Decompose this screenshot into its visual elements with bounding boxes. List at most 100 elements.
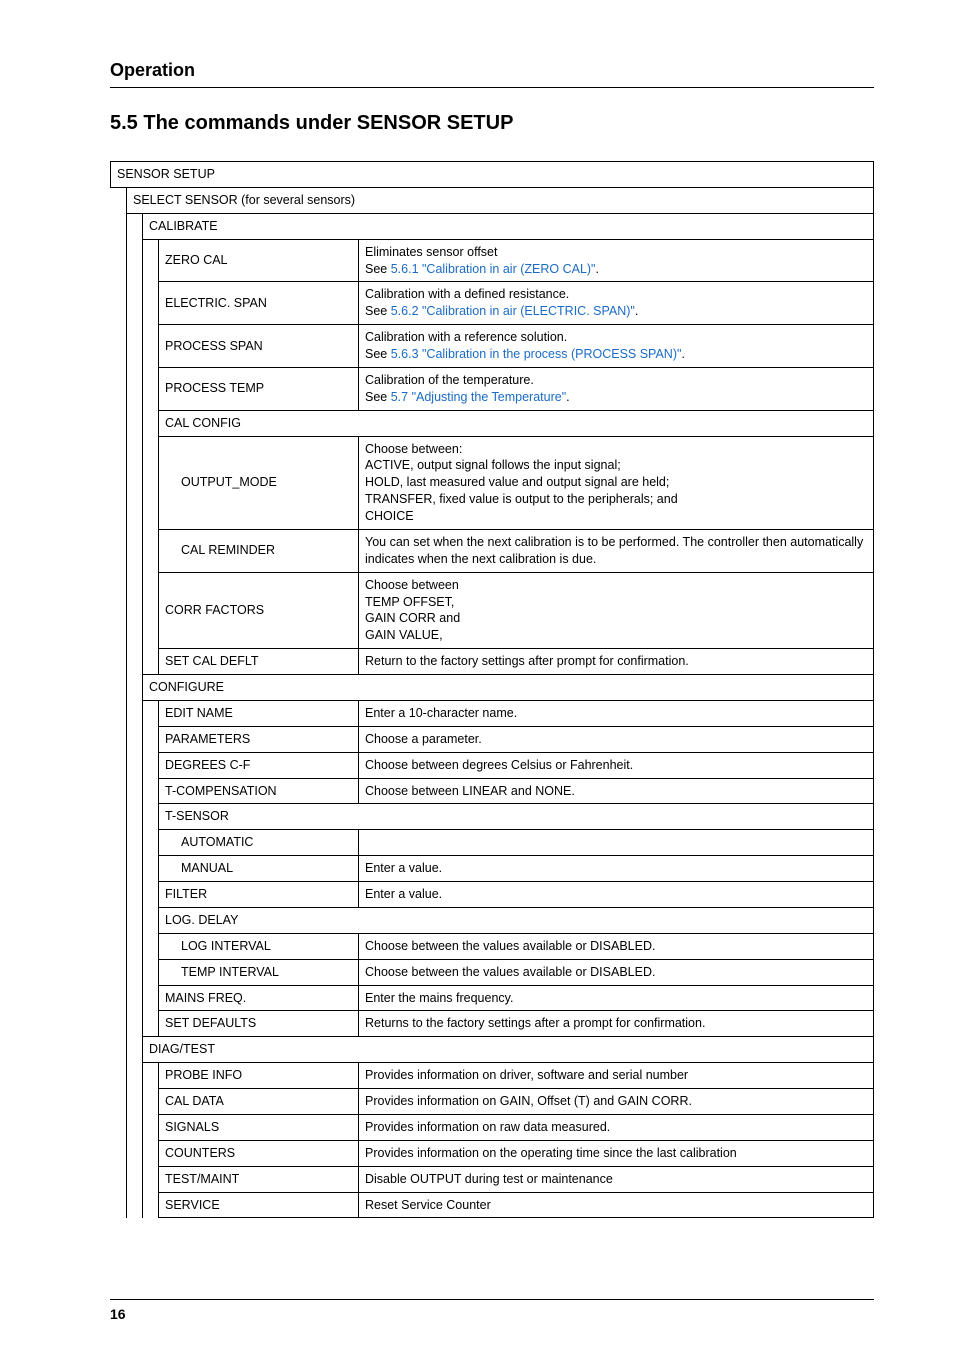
cell-degrees-cf: DEGREES C-F xyxy=(159,752,359,778)
cell-zero-cal: ZERO CAL xyxy=(159,239,359,282)
table-row: SERVICE Reset Service Counter xyxy=(111,1192,874,1218)
table-row: CONFIGURE xyxy=(111,675,874,701)
cell-mains-freq-desc: Enter the mains frequency. xyxy=(359,985,874,1011)
cell-zero-cal-desc: Eliminates sensor offset See 5.6.1 "Cali… xyxy=(359,239,874,282)
table-row: FILTER Enter a value. xyxy=(111,882,874,908)
cell-degrees-cf-desc: Choose between degrees Celsius or Fahren… xyxy=(359,752,874,778)
text: . xyxy=(566,390,569,404)
cell-manual-desc: Enter a value. xyxy=(359,856,874,882)
table-row: SET DEFAULTS Returns to the factory sett… xyxy=(111,1011,874,1037)
cell-cal-data: CAL DATA xyxy=(159,1089,359,1115)
running-head: Operation xyxy=(110,60,874,81)
table-row: ELECTRIC. SPAN Calibration with a define… xyxy=(111,282,874,325)
cell-output-mode: OUTPUT_MODE xyxy=(159,436,359,529)
text: . xyxy=(681,347,684,361)
cell-automatic: AUTOMATIC xyxy=(159,830,359,856)
cell-service-desc: Reset Service Counter xyxy=(359,1192,874,1218)
table-row: PROCESS TEMP Calibration of the temperat… xyxy=(111,367,874,410)
cell-test-maint-desc: Disable OUTPUT during test or maintenanc… xyxy=(359,1166,874,1192)
link-process-span[interactable]: 5.6.3 "Calibration in the process (PROCE… xyxy=(391,347,682,361)
cell-process-temp: PROCESS TEMP xyxy=(159,367,359,410)
cell-sensor-setup: SENSOR SETUP xyxy=(111,162,874,188)
table-row: CAL CONFIG xyxy=(111,410,874,436)
cell-select-sensor: SELECT SENSOR (for several sensors) xyxy=(127,187,874,213)
text: See xyxy=(365,390,391,404)
cell-parameters-desc: Choose a parameter. xyxy=(359,726,874,752)
cell-edit-name: EDIT NAME xyxy=(159,700,359,726)
text: See xyxy=(365,262,391,276)
cell-t-sensor: T-SENSOR xyxy=(159,804,874,830)
cell-set-cal-deflt-desc: Return to the factory settings after pro… xyxy=(359,649,874,675)
indent-cell xyxy=(143,700,159,1036)
table-row: PROBE INFO Provides information on drive… xyxy=(111,1063,874,1089)
cell-set-defaults: SET DEFAULTS xyxy=(159,1011,359,1037)
table-row: CAL DATA Provides information on GAIN, O… xyxy=(111,1089,874,1115)
cell-mains-freq: MAINS FREQ. xyxy=(159,985,359,1011)
cell-set-cal-deflt: SET CAL DEFLT xyxy=(159,649,359,675)
text: See xyxy=(365,347,391,361)
cell-signals-desc: Provides information on raw data measure… xyxy=(359,1114,874,1140)
link-electric-span[interactable]: 5.6.2 "Calibration in air (ELECTRIC. SPA… xyxy=(391,304,635,318)
indent-cell xyxy=(111,187,127,1218)
cell-diag-test: DIAG/TEST xyxy=(143,1037,874,1063)
table-row: CAL REMINDER You can set when the next c… xyxy=(111,529,874,572)
table-row: CALIBRATE xyxy=(111,213,874,239)
bottom-rule xyxy=(110,1299,874,1300)
cell-corr-factors-desc: Choose between TEMP OFFSET, GAIN CORR an… xyxy=(359,572,874,649)
table-row: SENSOR SETUP xyxy=(111,162,874,188)
cell-service: SERVICE xyxy=(159,1192,359,1218)
cell-process-span-desc: Calibration with a reference solution. S… xyxy=(359,325,874,368)
table-row: TEST/MAINT Disable OUTPUT during test or… xyxy=(111,1166,874,1192)
cell-counters: COUNTERS xyxy=(159,1140,359,1166)
table-row: SIGNALS Provides information on raw data… xyxy=(111,1114,874,1140)
cell-probe-info: PROBE INFO xyxy=(159,1063,359,1089)
cell-counters-desc: Provides information on the operating ti… xyxy=(359,1140,874,1166)
cell-manual: MANUAL xyxy=(159,856,359,882)
cell-cal-config: CAL CONFIG xyxy=(159,410,874,436)
cell-parameters: PARAMETERS xyxy=(159,726,359,752)
section-title: 5.5 The commands under SENSOR SETUP xyxy=(110,112,874,135)
cell-signals: SIGNALS xyxy=(159,1114,359,1140)
table-row: OUTPUT_MODE Choose between: ACTIVE, outp… xyxy=(111,436,874,529)
table-row: COUNTERS Provides information on the ope… xyxy=(111,1140,874,1166)
cell-log-interval-desc: Choose between the values available or D… xyxy=(359,933,874,959)
table-row: DEGREES C-F Choose between degrees Celsi… xyxy=(111,752,874,778)
text: . xyxy=(596,262,599,276)
cell-electric-span-desc: Calibration with a defined resistance. S… xyxy=(359,282,874,325)
link-zero-cal[interactable]: 5.6.1 "Calibration in air (ZERO CAL)" xyxy=(391,262,596,276)
cell-cal-reminder-desc: You can set when the next calibration is… xyxy=(359,529,874,572)
table-row: TEMP INTERVAL Choose between the values … xyxy=(111,959,874,985)
indent-cell xyxy=(143,239,159,674)
link-process-temp[interactable]: 5.7 "Adjusting the Temperature" xyxy=(391,390,566,404)
text: Calibration with a defined resistance. xyxy=(365,287,569,301)
table-row: T-COMPENSATION Choose between LINEAR and… xyxy=(111,778,874,804)
table-row: LOG INTERVAL Choose between the values a… xyxy=(111,933,874,959)
indent-cell xyxy=(127,213,143,1218)
cell-filter-desc: Enter a value. xyxy=(359,882,874,908)
table-row: EDIT NAME Enter a 10-character name. xyxy=(111,700,874,726)
table-row: LOG. DELAY xyxy=(111,907,874,933)
table-row: CORR FACTORS Choose between TEMP OFFSET,… xyxy=(111,572,874,649)
table-row: DIAG/TEST xyxy=(111,1037,874,1063)
cell-configure: CONFIGURE xyxy=(143,675,874,701)
cell-calibrate: CALIBRATE xyxy=(143,213,874,239)
table-row: T-SENSOR xyxy=(111,804,874,830)
text: See xyxy=(365,304,391,318)
table-row: PARAMETERS Choose a parameter. xyxy=(111,726,874,752)
cell-set-defaults-desc: Returns to the factory settings after a … xyxy=(359,1011,874,1037)
table-wrap: SENSOR SETUP SELECT SENSOR (for several … xyxy=(110,161,874,1218)
cell-t-comp: T-COMPENSATION xyxy=(159,778,359,804)
table-row: SELECT SENSOR (for several sensors) xyxy=(111,187,874,213)
cell-cal-data-desc: Provides information on GAIN, Offset (T)… xyxy=(359,1089,874,1115)
cell-electric-span: ELECTRIC. SPAN xyxy=(159,282,359,325)
cell-test-maint: TEST/MAINT xyxy=(159,1166,359,1192)
table-row: AUTOMATIC xyxy=(111,830,874,856)
table-row: PROCESS SPAN Calibration with a referenc… xyxy=(111,325,874,368)
cell-cal-reminder: CAL REMINDER xyxy=(159,529,359,572)
sensor-setup-table: SENSOR SETUP SELECT SENSOR (for several … xyxy=(110,161,874,1218)
cell-output-mode-desc: Choose between: ACTIVE, output signal fo… xyxy=(359,436,874,529)
cell-t-comp-desc: Choose between LINEAR and NONE. xyxy=(359,778,874,804)
cell-log-interval: LOG INTERVAL xyxy=(159,933,359,959)
table-row: ZERO CAL Eliminates sensor offset See 5.… xyxy=(111,239,874,282)
cell-process-temp-desc: Calibration of the temperature. See 5.7 … xyxy=(359,367,874,410)
